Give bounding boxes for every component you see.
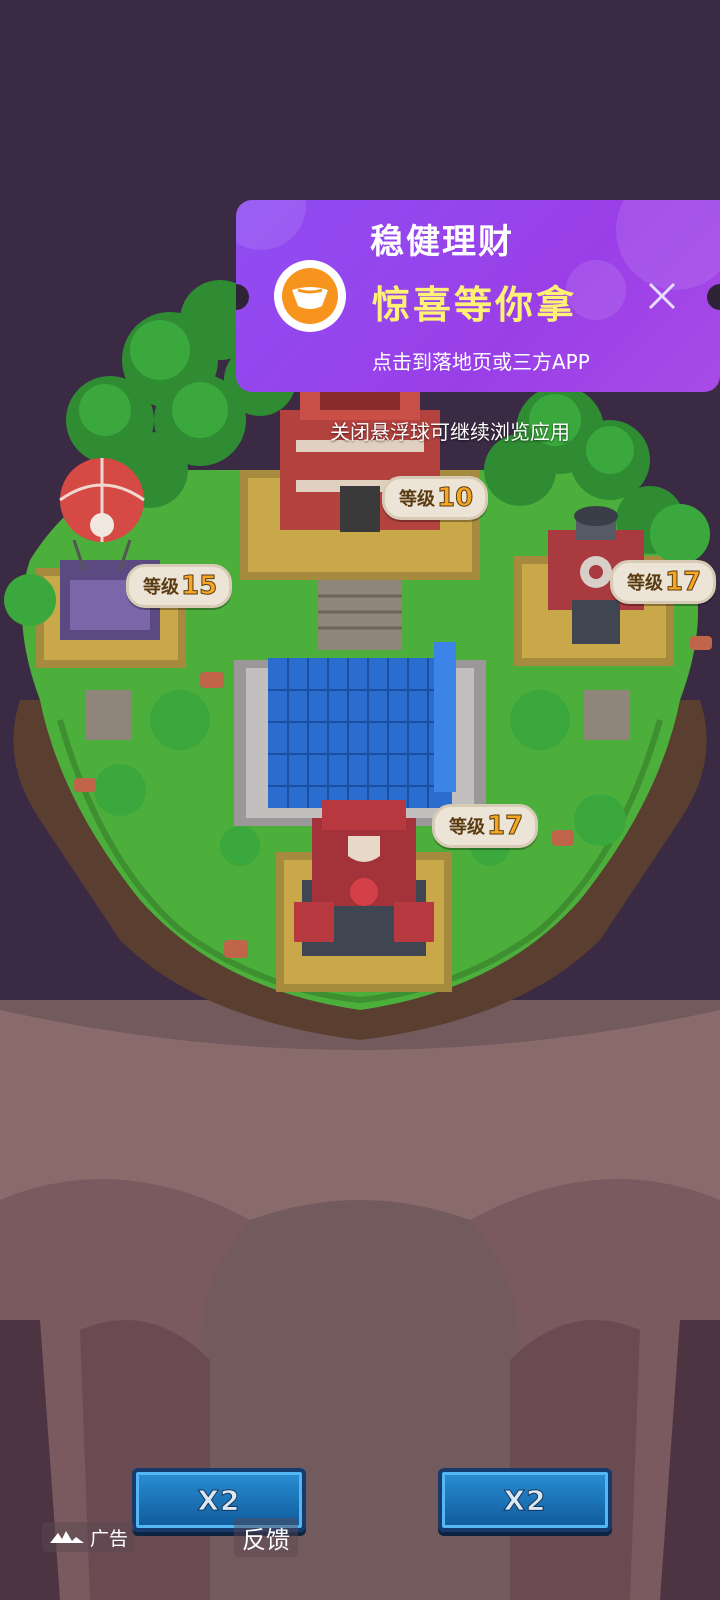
ad-label: 广告	[42, 1522, 135, 1552]
level-tag-workshop: 等级 17	[610, 560, 717, 604]
level-number: 10	[436, 483, 474, 514]
close-float-hint-text: 关闭悬浮球可继续浏览应用	[330, 420, 570, 444]
ad-label-text: 广告	[90, 1527, 129, 1550]
level-word: 等级	[143, 577, 179, 598]
close-float-hint: 关闭悬浮球可继续浏览应用	[0, 416, 720, 445]
ad-title: 稳健理财	[370, 222, 514, 262]
ticket-notch-right	[707, 284, 720, 310]
multiplier-label: X2	[503, 1483, 547, 1517]
feedback-button[interactable]: 反馈	[234, 1518, 298, 1557]
level-number: 17	[664, 567, 702, 598]
level-word: 等级	[627, 573, 663, 594]
level-tag-cannon: 等级 17	[432, 804, 539, 848]
floating-ad-panel[interactable]: 稳健理财 惊喜等你拿 点击到落地页或三方APP	[236, 200, 720, 392]
ad-logo-icon	[50, 1531, 84, 1543]
level-number: 17	[486, 811, 524, 842]
level-number: 15	[180, 571, 218, 602]
ad-headline: 惊喜等你拿	[372, 283, 578, 327]
level-tag-town-hall: 等级 10	[382, 476, 489, 520]
ad-subtitle: 点击到落地页或三方APP	[372, 350, 590, 374]
gold-ingot-icon	[274, 260, 346, 332]
ticket-notch-left	[236, 284, 249, 310]
close-icon[interactable]	[640, 274, 684, 318]
multiplier-label: X2	[197, 1483, 241, 1517]
multiplier-button-right[interactable]: X2	[438, 1468, 612, 1532]
level-tag-balloon-tower: 等级 15	[126, 564, 233, 608]
level-word: 等级	[449, 817, 485, 838]
level-word: 等级	[399, 489, 435, 510]
